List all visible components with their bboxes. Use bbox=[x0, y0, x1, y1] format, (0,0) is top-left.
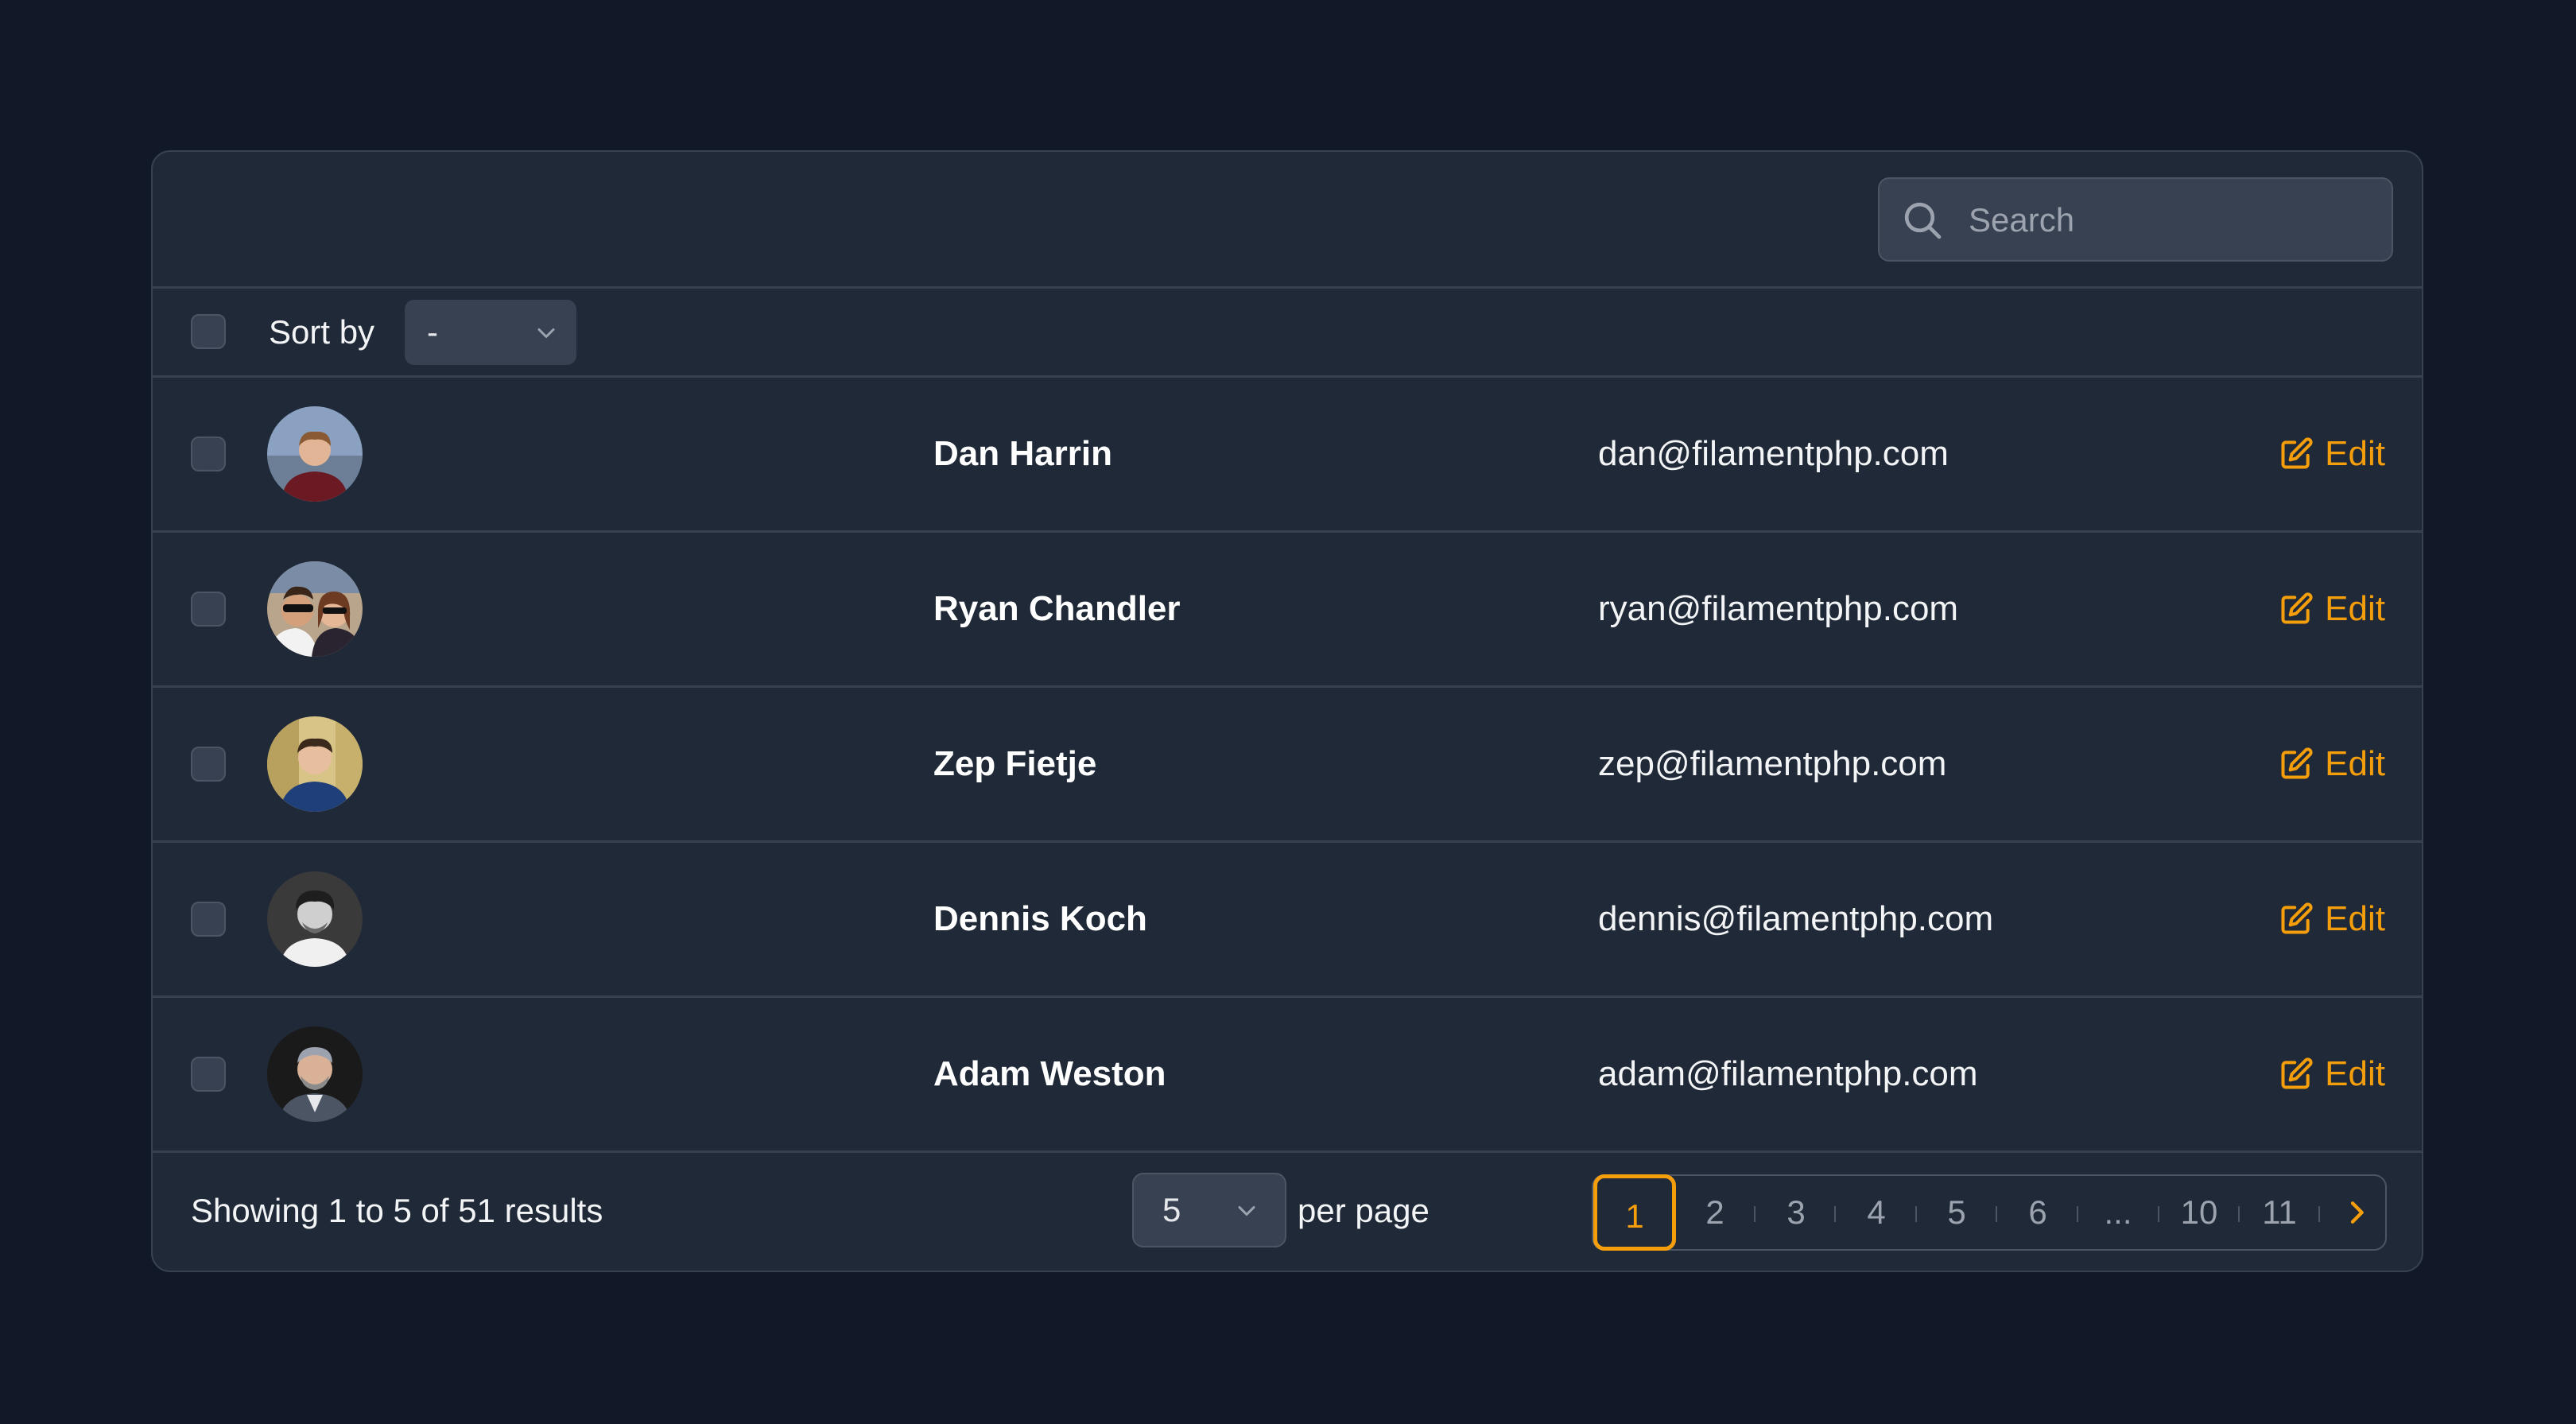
search-box[interactable] bbox=[1878, 177, 2393, 262]
table-toolbar bbox=[153, 152, 2422, 289]
row-checkbox[interactable] bbox=[191, 1057, 226, 1092]
pencil-square-icon bbox=[2281, 592, 2313, 624]
page-button-6[interactable]: 6 bbox=[1998, 1176, 2077, 1249]
user-name: Dennis Koch bbox=[933, 899, 1147, 938]
user-email: adam@filamentphp.com bbox=[1598, 1054, 1978, 1093]
row-checkbox[interactable] bbox=[191, 437, 226, 471]
pagination: 1 2 3 4 5 6 ... 10 11 bbox=[1592, 1174, 2387, 1251]
pencil-square-icon bbox=[2281, 902, 2313, 934]
row-checkbox[interactable] bbox=[191, 592, 226, 627]
pencil-square-icon bbox=[2281, 747, 2313, 779]
edit-label: Edit bbox=[2325, 744, 2385, 783]
row-checkbox[interactable] bbox=[191, 902, 226, 937]
avatar bbox=[267, 1026, 363, 1122]
edit-button[interactable]: Edit bbox=[2279, 587, 2385, 631]
per-page-value: 5 bbox=[1162, 1191, 1181, 1228]
row-checkbox[interactable] bbox=[191, 747, 226, 782]
avatar bbox=[267, 871, 363, 967]
page-ellipsis: ... bbox=[2104, 1193, 2132, 1231]
per-page-label: per page bbox=[1298, 1192, 1430, 1229]
edit-label: Edit bbox=[2325, 434, 2385, 473]
avatar bbox=[267, 561, 363, 657]
chevron-down-icon bbox=[537, 328, 555, 338]
select-all-checkbox[interactable] bbox=[191, 314, 226, 349]
edit-button[interactable]: Edit bbox=[2279, 897, 2385, 941]
table-row: Dan Harrin dan@filamentphp.com Edit bbox=[153, 378, 2422, 533]
user-email: dennis@filamentphp.com bbox=[1598, 899, 1994, 938]
edit-button[interactable]: Edit bbox=[2279, 1052, 2385, 1096]
chevron-right-icon[interactable] bbox=[2341, 1197, 2372, 1228]
search-icon bbox=[1904, 202, 1942, 239]
pagination-divider bbox=[1996, 1206, 1997, 1222]
pagination-divider bbox=[1834, 1206, 1836, 1222]
results-summary: Showing 1 to 5 of 51 results bbox=[191, 1192, 603, 1229]
pencil-square-icon bbox=[2281, 437, 2313, 469]
edit-label: Edit bbox=[2325, 589, 2385, 628]
user-email: ryan@filamentphp.com bbox=[1598, 589, 1959, 628]
table-row: Adam Weston adam@filamentphp.com Edit bbox=[153, 998, 2422, 1153]
pagination-divider bbox=[2318, 1206, 2320, 1222]
edit-button[interactable]: Edit bbox=[2279, 432, 2385, 476]
page-button-1[interactable]: 1 bbox=[1593, 1174, 1676, 1251]
user-name: Zep Fietje bbox=[933, 744, 1097, 783]
sort-by-label: Sort by bbox=[269, 313, 375, 351]
search-input[interactable] bbox=[1967, 179, 2368, 262]
avatar bbox=[267, 716, 363, 812]
user-name: Dan Harrin bbox=[933, 434, 1112, 473]
edit-label: Edit bbox=[2325, 1054, 2385, 1093]
table-footer: Showing 1 to 5 of 51 results 5 per page … bbox=[153, 1149, 2422, 1271]
page-button-2[interactable]: 2 bbox=[1675, 1176, 1755, 1249]
edit-button[interactable]: Edit bbox=[2279, 742, 2385, 786]
user-email: dan@filamentphp.com bbox=[1598, 434, 1949, 473]
sort-select-value: - bbox=[427, 313, 438, 351]
pencil-square-icon bbox=[2281, 1057, 2313, 1089]
page-button-3[interactable]: 3 bbox=[1756, 1176, 1836, 1249]
user-name: Adam Weston bbox=[933, 1054, 1166, 1093]
page-button-11[interactable]: 11 bbox=[2240, 1176, 2319, 1249]
user-name: Ryan Chandler bbox=[933, 589, 1181, 628]
table-row: Ryan Chandler ryan@filamentphp.com Edit bbox=[153, 533, 2422, 688]
edit-label: Edit bbox=[2325, 899, 2385, 938]
page-button-5[interactable]: 5 bbox=[1917, 1176, 1996, 1249]
page-button-4[interactable]: 4 bbox=[1837, 1176, 1916, 1249]
user-email: zep@filamentphp.com bbox=[1598, 744, 1947, 783]
avatar bbox=[267, 406, 363, 502]
users-table-panel: Sort by - Dan Harrin dan@filamentphp.com bbox=[151, 150, 2423, 1272]
chevron-down-icon bbox=[1238, 1206, 1255, 1216]
sort-bar: Sort by - bbox=[153, 289, 2422, 378]
page-button-10[interactable]: 10 bbox=[2159, 1176, 2239, 1249]
sort-select[interactable]: - bbox=[405, 300, 576, 365]
table-row: Zep Fietje zep@filamentphp.com Edit bbox=[153, 688, 2422, 843]
per-page-select[interactable]: 5 bbox=[1132, 1173, 1286, 1247]
table-row: Dennis Koch dennis@filamentphp.com Edit bbox=[153, 843, 2422, 998]
